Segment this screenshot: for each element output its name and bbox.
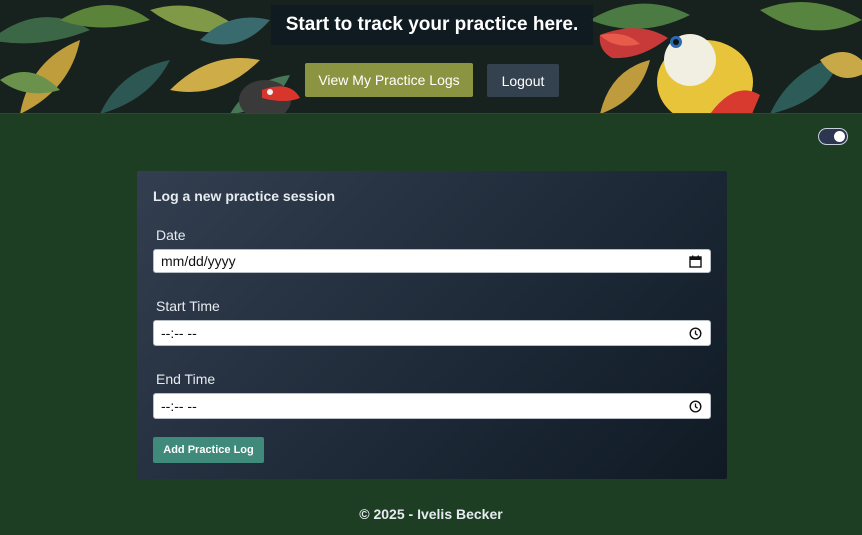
practice-log-form-card: Log a new practice session Date mm/dd/yy…	[137, 171, 727, 479]
page-title: Start to track your practice here.	[271, 5, 593, 45]
clock-icon[interactable]	[689, 326, 702, 340]
end-time-input[interactable]: --:-- --	[153, 393, 711, 419]
clock-icon[interactable]	[689, 399, 702, 413]
calendar-icon[interactable]	[689, 255, 702, 268]
start-time-label: Start Time	[156, 298, 220, 314]
date-input[interactable]: mm/dd/yyyy	[153, 249, 711, 273]
hero-banner: Start to track your practice here. View …	[0, 0, 862, 114]
start-time-input-value: --:-- --	[161, 325, 197, 341]
theme-toggle-switch[interactable]	[818, 128, 848, 145]
add-practice-log-button[interactable]: Add Practice Log	[153, 437, 264, 463]
date-input-value: mm/dd/yyyy	[161, 253, 236, 269]
view-practice-logs-button[interactable]: View My Practice Logs	[305, 63, 473, 97]
toggle-knob	[834, 131, 845, 142]
end-time-input-value: --:-- --	[161, 398, 197, 414]
date-label: Date	[156, 227, 186, 243]
form-title: Log a new practice session	[153, 188, 336, 204]
logout-button[interactable]: Logout	[487, 64, 559, 97]
end-time-label: End Time	[156, 371, 216, 387]
start-time-input[interactable]: --:-- --	[153, 320, 711, 346]
footer-copyright: © 2025 - Ivelis Becker	[359, 506, 503, 522]
